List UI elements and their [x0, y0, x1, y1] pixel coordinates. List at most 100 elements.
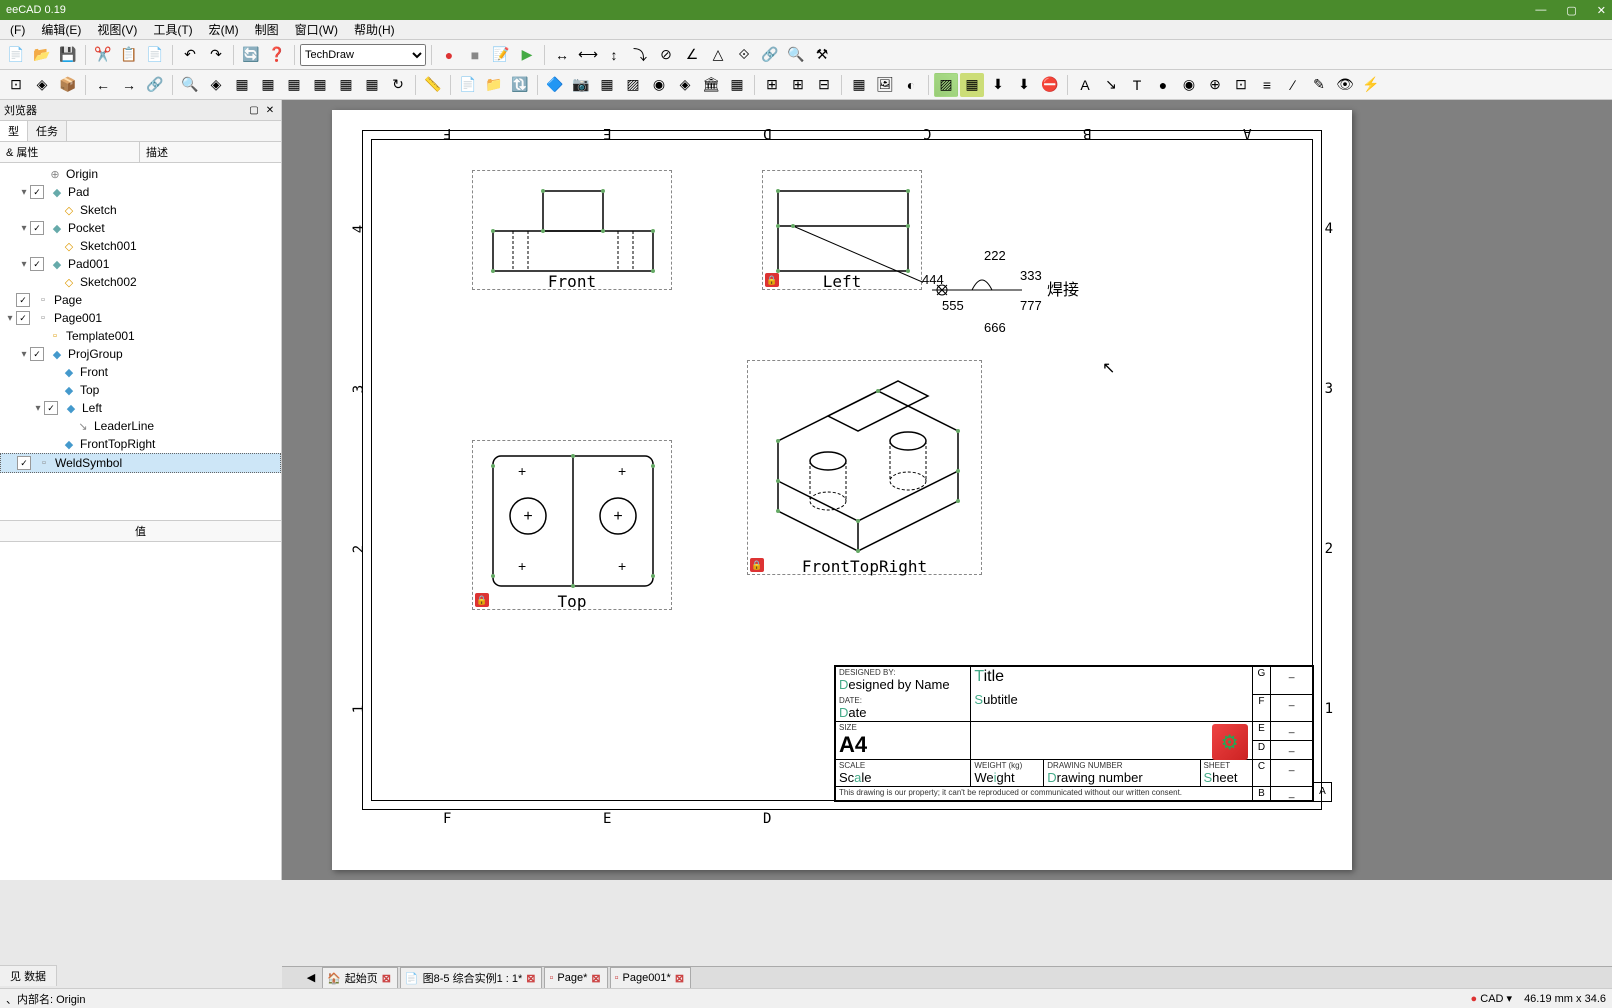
tb-title[interactable]: itle	[984, 668, 1004, 685]
new-icon[interactable]: 📄	[4, 43, 28, 67]
view-insert-icon[interactable]: 🔷	[543, 73, 567, 97]
tree-item-weldsymbol[interactable]: ✓ ▫ WeldSymbol	[0, 453, 281, 473]
draft-view-icon[interactable]: ◈	[673, 73, 697, 97]
tree-item-top[interactable]: ◆ Top	[0, 381, 281, 399]
weld-symbol-icon[interactable]: ⚡	[1359, 73, 1383, 97]
tree-item-fronttopright[interactable]: ◆ FrontTopRight	[0, 435, 281, 453]
tree-item-leaderline[interactable]: ↘ LeaderLine	[0, 417, 281, 435]
status-cad[interactable]: ● CAD ▾	[1471, 992, 1513, 1005]
dim-3pt-icon[interactable]: △	[706, 43, 730, 67]
view-right-icon[interactable]: ▦	[282, 73, 306, 97]
play-icon[interactable]: ▶	[515, 43, 539, 67]
tab-model[interactable]: 型	[0, 121, 28, 141]
export-dxf-icon[interactable]: ⬇	[1012, 73, 1036, 97]
cosmetic-line-icon[interactable]: ✎	[1307, 73, 1331, 97]
panel-close-icon[interactable]: ✕	[263, 103, 277, 117]
dim-link-icon[interactable]: 🔗	[758, 43, 782, 67]
fit-icon[interactable]: ⊡	[4, 73, 28, 97]
tree-item-origin[interactable]: ⊕ Origin	[0, 165, 281, 183]
toggle-icon[interactable]: ◐	[899, 73, 923, 97]
tab-close-icon[interactable]: ⊠	[591, 972, 600, 985]
tb-weight[interactable]: ght	[997, 770, 1015, 785]
midpoint-icon[interactable]: ◉	[1177, 73, 1201, 97]
refresh-icon[interactable]: 🔄	[239, 43, 263, 67]
model-tree[interactable]: ⊕ Origin ▾ ✓ ◆ Pad ◇ Sketch ▾ ✓ ◆ Pocket…	[0, 163, 281, 520]
doc-tab[interactable]: 📄图8-5 综合实例1 : 1*⊠	[400, 967, 543, 988]
panel-undock-icon[interactable]: ▢	[247, 103, 261, 117]
view-rotate-icon[interactable]: ↻	[386, 73, 410, 97]
quadrant-icon[interactable]: ⊕	[1203, 73, 1227, 97]
dim-diameter-icon[interactable]: ⊘	[654, 43, 678, 67]
no-entry-icon[interactable]: ⛔	[1038, 73, 1062, 97]
dim-radius-icon[interactable]: ⤵	[628, 43, 652, 67]
iso-icon[interactable]: ◈	[30, 73, 54, 97]
active-view-icon[interactable]: 📷	[569, 73, 593, 97]
tree-item-pad[interactable]: ▾ ✓ ◆ Pad	[0, 183, 281, 201]
tree-item-page001[interactable]: ▾ ✓ ▫ Page001	[0, 309, 281, 327]
menu-edit[interactable]: 编辑(E)	[33, 21, 89, 38]
menu-help[interactable]: 帮助(H)	[346, 21, 403, 38]
doc-tab[interactable]: 🏠起始页⊠	[322, 967, 398, 988]
export-svg-icon[interactable]: ⬇	[986, 73, 1010, 97]
cut-icon[interactable]: ✂️	[91, 43, 115, 67]
projgroup-icon[interactable]: ▦	[595, 73, 619, 97]
detail-icon[interactable]: ◉	[647, 73, 671, 97]
tree-item-template001[interactable]: ▫ Template001	[0, 327, 281, 345]
leader-icon[interactable]: ↘	[1099, 73, 1123, 97]
measure-icon[interactable]: 📏	[421, 73, 445, 97]
dim-horiz-icon[interactable]: ⟷	[576, 43, 600, 67]
paste-icon[interactable]: 📄	[143, 43, 167, 67]
clip-remove-icon[interactable]: ⊟	[812, 73, 836, 97]
view-bottom-icon[interactable]: ▦	[334, 73, 358, 97]
clip-add-icon[interactable]: ⊞	[786, 73, 810, 97]
menu-window[interactable]: 窗口(W)	[287, 21, 346, 38]
tree-item-front[interactable]: ◆ Front	[0, 363, 281, 381]
page-template-icon[interactable]: 📁	[482, 73, 506, 97]
clip-group-icon[interactable]: ⊞	[760, 73, 784, 97]
show-all-icon[interactable]: 👁	[1333, 73, 1357, 97]
redo-icon[interactable]: ↷	[204, 43, 228, 67]
close-icon[interactable]: ✕	[1597, 4, 1606, 17]
centerline-icon[interactable]: ⊡	[1229, 73, 1253, 97]
workbench-select[interactable]: TechDraw	[300, 44, 426, 66]
tab-nav-left-icon[interactable]: ◀	[302, 971, 320, 984]
tab-close-icon[interactable]: ⊠	[675, 972, 684, 985]
menu-file[interactable]: (F)	[2, 23, 33, 37]
tree-item-sketch[interactable]: ◇ Sketch	[0, 201, 281, 219]
tree-item-left[interactable]: ▾ ✓ ◆ Left	[0, 399, 281, 417]
tb-scale[interactable]: le	[861, 770, 871, 785]
symbol-icon[interactable]: ▦	[847, 73, 871, 97]
tb-date[interactable]: ate	[848, 705, 866, 720]
balloon-icon[interactable]: 🔍	[784, 43, 808, 67]
view-left[interactable]: 🔒 Left	[762, 170, 922, 290]
tab-view[interactable]: 见 数据	[0, 966, 57, 986]
image-icon[interactable]: 🖼	[873, 73, 897, 97]
doc-tab[interactable]: ▫Page*⊠	[544, 967, 607, 988]
minimize-icon[interactable]: —	[1535, 4, 1546, 17]
whatsthis-icon[interactable]: ❓	[265, 43, 289, 67]
tb-sheet[interactable]: heet	[1212, 770, 1237, 785]
undo-icon[interactable]: ↶	[178, 43, 202, 67]
stop-icon[interactable]: ■	[463, 43, 487, 67]
tree-item-projgroup[interactable]: ▾ ✓ ◆ ProjGroup	[0, 345, 281, 363]
zoom-fit-icon[interactable]: 🔍	[178, 73, 202, 97]
view-iso-icon[interactable]: ◈	[204, 73, 228, 97]
copy-icon[interactable]: 📋	[117, 43, 141, 67]
tab-close-icon[interactable]: ⊠	[526, 972, 535, 985]
menu-macro[interactable]: 宏(M)	[201, 21, 247, 38]
record-icon[interactable]: ●	[437, 43, 461, 67]
annotation-icon[interactable]: A	[1073, 73, 1097, 97]
dim-vert-icon[interactable]: ↕	[602, 43, 626, 67]
dim-angle-icon[interactable]: ∠	[680, 43, 704, 67]
geom-hatch-icon[interactable]: ▦	[960, 73, 984, 97]
link-nav-icon[interactable]: 🔗	[143, 73, 167, 97]
dim-ext-icon[interactable]: ⟐	[732, 43, 756, 67]
tab-task[interactable]: 任务	[28, 121, 67, 141]
menu-tools[interactable]: 工具(T)	[145, 21, 200, 38]
doc-tab[interactable]: ▫Page001*⊠	[610, 967, 691, 988]
tb-dnum[interactable]: rawing number	[1057, 770, 1143, 785]
2line-center-icon[interactable]: ≡	[1255, 73, 1279, 97]
view-front-icon[interactable]: ▦	[230, 73, 254, 97]
2pt-center-icon[interactable]: ∕	[1281, 73, 1305, 97]
box-icon[interactable]: 📦	[56, 73, 80, 97]
